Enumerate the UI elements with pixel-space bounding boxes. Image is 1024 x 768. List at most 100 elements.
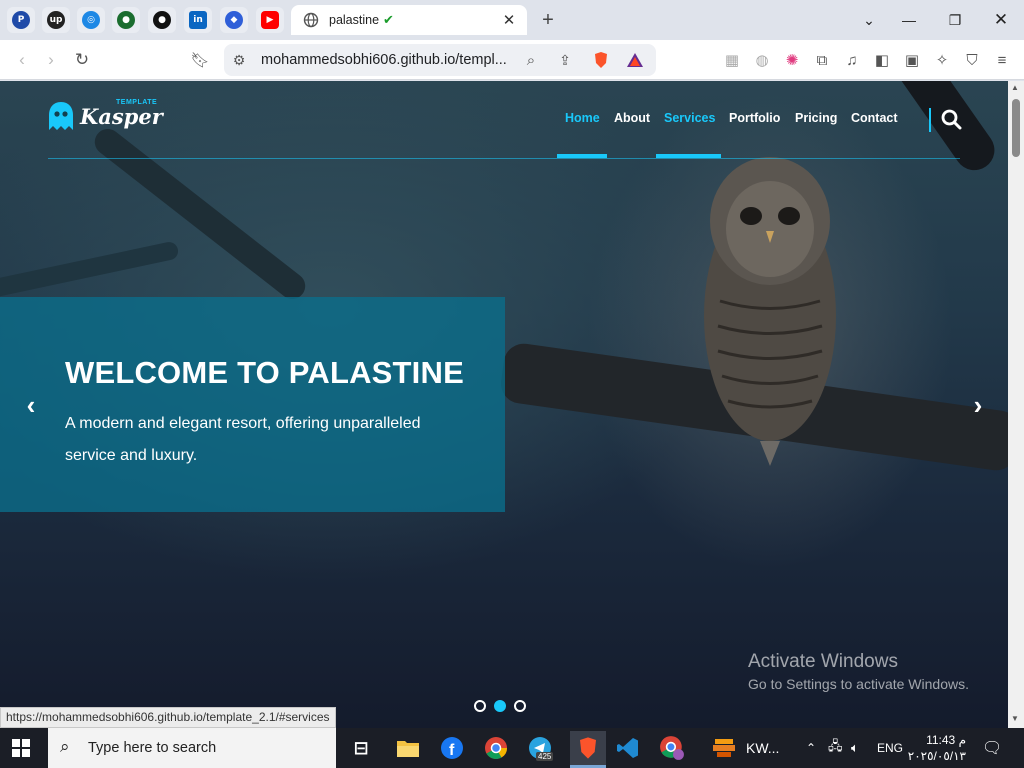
scroll-up-arrow-icon[interactable]: ▲ — [1011, 83, 1019, 92]
search-icon[interactable] — [941, 109, 962, 130]
zoom-icon[interactable]: ⌕ — [520, 49, 542, 71]
taskbar-search-box[interactable]: ⌕ Type here to search — [48, 728, 336, 768]
windows-activation-watermark: Activate Windows Go to Settings to activ… — [748, 651, 969, 692]
extension-grid-icon[interactable]: ▦ — [721, 49, 743, 71]
file-explorer-icon[interactable] — [394, 734, 422, 762]
wallet-icon[interactable]: ▣ — [901, 49, 923, 71]
slider-dot[interactable] — [514, 700, 526, 712]
tree-branch — [877, 81, 1003, 179]
task-view-icon[interactable]: ⊟ — [347, 734, 375, 762]
web-page: TEMPLATE Kasper Home About Services Port… — [0, 81, 1008, 728]
windows-taskbar: ⌕ Type here to search ⊟ f 425 KW... ⌃ 🖧︎… — [0, 728, 1024, 768]
link-status-bar: https://mohammedsobhi606.github.io/templ… — [0, 707, 336, 728]
brave-rewards-icon[interactable] — [624, 49, 646, 71]
menu-icon[interactable]: ≡ — [991, 49, 1013, 71]
notification-icon[interactable]: 🗨︎ — [982, 728, 1002, 768]
nav-portfolio[interactable]: Portfolio — [729, 111, 780, 125]
tree-branch — [89, 123, 311, 305]
clock-time: 11:43 م — [926, 733, 966, 747]
sidebar-toggle-icon[interactable]: ◧ — [871, 49, 893, 71]
logo-subtitle: TEMPLATE — [116, 98, 158, 106]
activate-title: Activate Windows — [748, 651, 898, 672]
slider-dot-active[interactable] — [494, 700, 506, 712]
close-tab-icon[interactable]: ✕ — [499, 10, 519, 30]
windows-start-icon[interactable] — [12, 739, 30, 757]
header-divider — [48, 158, 960, 159]
vpn-shield-icon[interactable]: ⛉ — [961, 49, 983, 71]
scrollbar-thumb[interactable] — [1012, 99, 1020, 157]
globe-icon — [303, 12, 319, 28]
crypto-app-icon: ◆ — [225, 11, 243, 29]
hero-title: WELCOME TO PALASTINE — [65, 355, 464, 390]
nav-pricing[interactable]: Pricing — [795, 111, 837, 125]
facebook-icon[interactable]: f — [438, 734, 466, 762]
circle-app-icon: ● — [117, 11, 135, 29]
clock[interactable]: 11:43 م ٢٠٢٥/٠٥/١٣ — [908, 728, 966, 768]
forward-button[interactable]: › — [40, 49, 62, 71]
browser-toolbar: ‹ › ↻ 🔖︎ ⚙︎ mohammedsobhi606.github.io/t… — [0, 40, 1024, 80]
volume-icon[interactable]: 🔈︎ — [851, 728, 859, 768]
pinned-tab-paypal[interactable]: P — [7, 7, 35, 33]
pinned-tab-crypto[interactable]: ◆ — [220, 7, 248, 33]
extensions-puzzle-icon[interactable]: ⧉ — [811, 49, 833, 71]
share-icon[interactable]: ⇪ — [554, 49, 576, 71]
nav-home[interactable]: Home — [565, 111, 600, 125]
slider-next-arrow-icon[interactable]: › — [966, 390, 990, 420]
new-tab-button[interactable]: + — [537, 9, 559, 31]
vscode-icon[interactable] — [614, 734, 642, 762]
owl-image — [704, 157, 836, 466]
chrome-icon[interactable] — [482, 734, 510, 762]
site-logo[interactable]: TEMPLATE Kasper — [48, 99, 163, 131]
tray-overflow-icon[interactable]: ⌃ — [806, 728, 816, 768]
activate-subtitle: Go to Settings to activate Windows. — [748, 676, 969, 692]
restore-button[interactable]: ❐ — [943, 8, 967, 32]
taskbar-kw-app[interactable]: KW... — [712, 734, 792, 762]
reload-button[interactable]: ↻ — [71, 49, 93, 71]
upwork-icon: up — [47, 11, 65, 29]
nav-about[interactable]: About — [614, 111, 650, 125]
github-icon: ● — [153, 11, 171, 29]
media-music-icon[interactable]: ♫ — [841, 49, 863, 71]
pinned-tab-circle[interactable]: ● — [112, 7, 140, 33]
extension-circle-icon[interactable]: ◍ — [751, 49, 773, 71]
tab-strip: P up ◎ ● ● in ◆ ▶ palastine ✔ ✕ + ⌄ — ❐ … — [0, 0, 1024, 40]
slider-prev-arrow-icon[interactable]: ‹ — [19, 390, 43, 420]
slider-dot[interactable] — [474, 700, 486, 712]
site-settings-icon[interactable]: ⚙︎ — [228, 49, 250, 71]
nav-contact[interactable]: Contact — [851, 111, 898, 125]
tree-branch — [0, 240, 180, 300]
slider-dots — [474, 700, 526, 712]
address-bar[interactable]: ⚙︎ mohammedsobhi606.github.io/templ... ⌕… — [224, 44, 656, 76]
linkedin-icon: in — [189, 11, 207, 29]
pinned-tab-upwork[interactable]: up — [42, 7, 70, 33]
telegram-badge: 425 — [536, 752, 554, 761]
pinned-tab-target[interactable]: ◎ — [77, 7, 105, 33]
search-placeholder: Type here to search — [88, 740, 217, 756]
back-button[interactable]: ‹ — [11, 49, 33, 71]
clock-date: ٢٠٢٥/٠٥/١٣ — [907, 749, 966, 763]
nav-services[interactable]: Services — [664, 111, 715, 125]
chrome-profile-icon[interactable] — [658, 734, 686, 762]
leo-ai-icon[interactable]: ✧ — [931, 49, 953, 71]
brave-shields-icon[interactable] — [590, 49, 612, 71]
color-wheel-icon[interactable]: ✺ — [781, 49, 803, 71]
pinned-tab-linkedin[interactable]: in — [184, 7, 212, 33]
network-icon[interactable]: 🖧︎ — [828, 728, 843, 768]
pinned-tab-youtube[interactable]: ▶ — [256, 7, 284, 33]
kw-label: KW... — [746, 740, 780, 756]
tab-search-chevron-icon[interactable]: ⌄ — [857, 8, 881, 32]
bookmark-icon[interactable]: 🔖︎ — [189, 49, 211, 71]
pinned-tab-github[interactable]: ● — [148, 7, 176, 33]
minimize-button[interactable]: — — [897, 8, 921, 32]
logo-wordmark: TEMPLATE Kasper — [80, 99, 163, 129]
page-scrollbar[interactable]: ▲ ▼ — [1008, 81, 1024, 728]
youtube-icon: ▶ — [261, 11, 279, 29]
scroll-down-arrow-icon[interactable]: ▼ — [1011, 714, 1019, 723]
paypal-icon: P — [12, 11, 30, 29]
svg-text:f: f — [449, 742, 455, 759]
brave-browser-icon[interactable] — [570, 731, 606, 765]
tab-title: palastine — [329, 13, 380, 27]
language-indicator[interactable]: ENG — [877, 728, 903, 768]
close-window-button[interactable]: ✕ — [989, 8, 1013, 32]
tab-palastine[interactable]: palastine ✔ ✕ — [291, 5, 527, 35]
